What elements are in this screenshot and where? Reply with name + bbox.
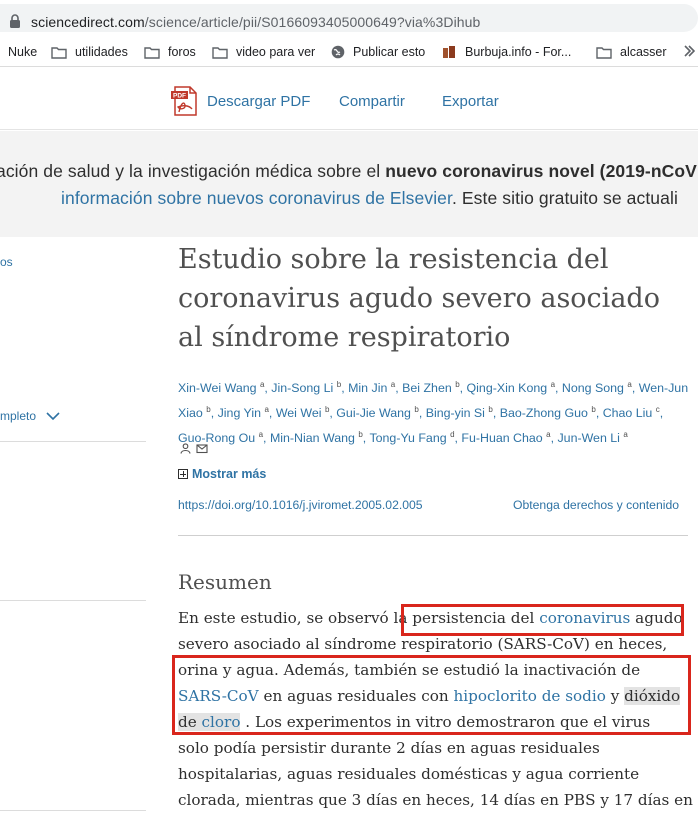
author-link[interactable]: Tong-Yu Fang [369, 431, 446, 445]
banner-bold-text: nuevo coronavirus novel (2019-nCoV [385, 161, 697, 181]
bookmark-label: Nuke [8, 45, 38, 59]
affiliation-sup: a [623, 430, 628, 440]
author-link[interactable]: Bao-Zhong Guo [500, 406, 588, 420]
address-bar: sciencedirect.com/science/article/pii/S0… [0, 0, 698, 37]
bookmark-nuke[interactable]: Nuke [8, 44, 37, 60]
folder-icon [51, 46, 67, 59]
pdf-icon[interactable]: PDF [169, 85, 201, 117]
bookmark-label: Publicar esto [353, 45, 426, 59]
author-link[interactable]: Fu-Huan Chao [461, 431, 542, 445]
url-field[interactable]: sciencedirect.com/science/article/pii/S0… [0, 4, 698, 32]
rights-link[interactable]: Obtenga derechos y contenido [513, 498, 679, 512]
bookmark-label: foros [168, 45, 196, 59]
abstract-line: severo asociado al síndrome respiratorio… [178, 635, 668, 653]
sidebar-divider [0, 441, 146, 442]
banner-info-link[interactable]: información sobre nuevos coronavirus de … [61, 188, 452, 208]
bookmark-utilidades[interactable]: utilidades [51, 44, 128, 60]
banner-text: . Este sitio gratuito se actuali [451, 188, 678, 208]
annotation-box-top [401, 604, 684, 636]
author-link[interactable]: Bei Zhen [402, 381, 452, 395]
banner-text: ación de salud y la investigación médica… [0, 161, 386, 181]
banner-line-2: información sobre nuevos coronavirus de … [61, 188, 678, 209]
banner-line-1: ación de salud y la investigación médica… [0, 161, 697, 182]
bookmark-alcasser[interactable]: alcasser [596, 44, 667, 60]
url-host: sciencedirect.com [31, 14, 145, 30]
show-more-button[interactable]: Mostrar más [178, 467, 266, 481]
author-link[interactable]: Wei Wei [276, 406, 322, 420]
covid-banner: ación de salud y la investigación médica… [0, 131, 698, 237]
url-path: /science/article/pii/S0166093405000649?v… [144, 14, 481, 30]
abstract-line: hospitalarias, aguas residuales doméstic… [178, 765, 640, 783]
author-link[interactable]: Qing-Xin Kong [467, 381, 548, 395]
author-icons [180, 441, 209, 459]
url-text[interactable]: sciencedirect.com/science/article/pii/S0… [31, 14, 480, 30]
author-link[interactable]: Nong Song [562, 381, 624, 395]
annotation-box-main [172, 655, 691, 735]
sidebar-divider [0, 600, 146, 601]
author-link[interactable]: Xin-Wei Wang [178, 381, 257, 395]
doi-link[interactable]: https://doi.org/10.1016/j.jviromet.2005.… [178, 498, 423, 512]
sidebar-toggle[interactable]: mpleto [0, 409, 60, 423]
author-link[interactable]: Chao Liu [603, 406, 653, 420]
person-icon[interactable] [180, 443, 191, 454]
sidebar-link[interactable]: os [0, 255, 13, 269]
show-more-label: Mostrar más [192, 467, 267, 481]
author-link[interactable]: Jing Yin [218, 406, 261, 420]
bookmark-label: video para ver [236, 45, 316, 59]
author-list: Xin-Wei Wang a, Jin-Song Li b, Min Jin a… [178, 380, 689, 446]
globe-icon [331, 45, 345, 59]
site-icon [443, 46, 455, 58]
bookmark-video-para-ver[interactable]: video para ver [212, 44, 315, 60]
sidebar-toggle-label: mpleto [0, 409, 37, 423]
bookmark-label: Burbuja.info - For... [465, 45, 572, 59]
author-link[interactable]: Jun-Wen Li [557, 431, 619, 445]
plus-icon [178, 469, 188, 479]
folder-icon [144, 46, 160, 59]
envelope-icon[interactable] [196, 443, 209, 454]
author-link[interactable]: Jin-Song Li [271, 381, 333, 395]
lock-icon [10, 14, 20, 28]
svg-text:PDF: PDF [173, 93, 186, 100]
chevron-down-icon [46, 411, 60, 420]
section-divider [178, 535, 688, 536]
export-link[interactable]: Exportar [442, 93, 499, 110]
abstract-heading: Resumen [178, 570, 272, 594]
abstract-line: solo podía persistir durante 2 días en a… [178, 739, 600, 757]
author-link[interactable]: Bing-yin Si [426, 406, 485, 420]
author-link[interactable]: Min-Nian Wang [270, 431, 355, 445]
folder-icon [596, 46, 612, 59]
author-link[interactable]: Min Jin [348, 381, 387, 395]
sidebar-divider [0, 810, 146, 811]
abstract-text: En este estudio, se observó la [178, 609, 413, 627]
more-bookmarks-icon[interactable] [683, 43, 698, 59]
bookmark-label: utilidades [75, 45, 128, 59]
article-toolbar: PDF Descargar PDF Compartir Exportar [0, 67, 698, 130]
download-pdf-link[interactable]: Descargar PDF [207, 93, 310, 110]
bookmark-publicar-esto[interactable]: Publicar esto [331, 44, 425, 60]
article-title: Estudio sobre la resistencia del coronav… [178, 244, 660, 353]
bookmark-burbuja[interactable]: Burbuja.info - For... [441, 44, 571, 60]
author-link[interactable]: Gui-Jie Wang [336, 406, 411, 420]
share-link[interactable]: Compartir [339, 93, 405, 110]
bookmark-foros[interactable]: foros [144, 44, 196, 60]
folder-icon [212, 46, 228, 59]
abstract-line: clorada, mientras que 3 días en heces, 1… [178, 791, 693, 809]
bookmarks-bar: Nuke utilidades foros video para ver Pub… [0, 37, 698, 67]
bookmark-label: alcasser [620, 45, 667, 59]
